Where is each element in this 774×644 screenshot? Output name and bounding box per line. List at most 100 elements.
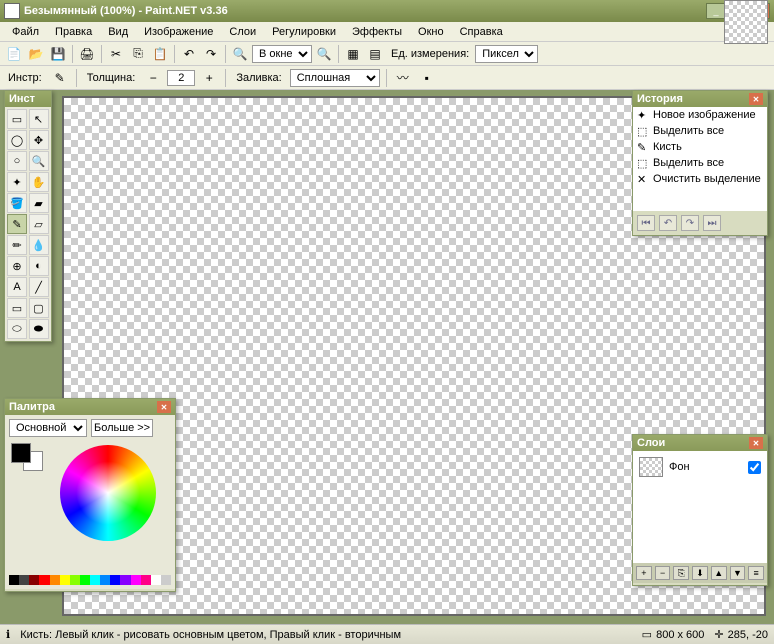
color-swatch[interactable]: [151, 575, 161, 585]
history-first-button[interactable]: ⏮: [637, 215, 655, 231]
more-button[interactable]: Больше >>: [91, 419, 153, 437]
pencil-tool[interactable]: ✏: [7, 235, 27, 255]
paste-button[interactable]: 📋: [150, 44, 170, 64]
menu-Файл[interactable]: Файл: [4, 24, 47, 40]
color-swatch[interactable]: [39, 575, 49, 585]
palette-close-button[interactable]: ✕: [157, 401, 171, 413]
undo-button[interactable]: ↶: [179, 44, 199, 64]
color-swatch[interactable]: [90, 575, 100, 585]
bucket-tool[interactable]: 🪣: [7, 193, 27, 213]
open-button[interactable]: 📂: [26, 44, 46, 64]
layers-panel: Слои ✕ Фон + − ⎘ ⬇ ▲ ▼ ≡: [632, 434, 768, 586]
color-swatch[interactable]: [50, 575, 60, 585]
menu-Слои[interactable]: Слои: [221, 24, 264, 40]
wand-tool[interactable]: ✦: [7, 172, 27, 192]
layer-up-button[interactable]: ▲: [711, 566, 727, 580]
history-item[interactable]: ✕Очистить выделение: [633, 171, 767, 187]
color-swatches[interactable]: [11, 443, 43, 471]
recolor-tool[interactable]: ◐: [29, 256, 49, 276]
eraser-tool[interactable]: ▱: [29, 214, 49, 234]
color-swatch[interactable]: [80, 575, 90, 585]
pan-tool[interactable]: ✋: [29, 172, 49, 192]
color-swatch[interactable]: [19, 575, 29, 585]
current-tool-icon[interactable]: ✎: [50, 68, 70, 88]
layer-add-button[interactable]: +: [636, 566, 652, 580]
color-wheel[interactable]: [60, 445, 156, 541]
history-close-button[interactable]: ✕: [749, 93, 763, 105]
layer-merge-button[interactable]: ⬇: [692, 566, 708, 580]
line-tool[interactable]: ╱: [29, 277, 49, 297]
color-swatch[interactable]: [110, 575, 120, 585]
copy-button[interactable]: ⎘: [128, 44, 148, 64]
brush-tool[interactable]: ✎: [7, 214, 27, 234]
rect-select-tool[interactable]: ▭: [7, 109, 27, 129]
color-mode-select[interactable]: Основной: [9, 419, 87, 437]
zoom-out-icon[interactable]: 🔍: [230, 44, 250, 64]
menu-Правка[interactable]: Правка: [47, 24, 100, 40]
ellipse-select-tool[interactable]: ○: [7, 151, 27, 171]
text-tool[interactable]: A: [7, 277, 27, 297]
color-swatch[interactable]: [29, 575, 39, 585]
layer-del-button[interactable]: −: [655, 566, 671, 580]
color-swatch[interactable]: [60, 575, 70, 585]
menu-Регулировки[interactable]: Регулировки: [264, 24, 344, 40]
fill-select[interactable]: Сплошная: [290, 69, 380, 87]
grid-button[interactable]: ▦: [343, 44, 363, 64]
gradient-tool[interactable]: ▰: [29, 193, 49, 213]
zoom-tool[interactable]: 🔍: [29, 151, 49, 171]
ellipse-tool[interactable]: ⬭: [7, 319, 27, 339]
layers-close-button[interactable]: ✕: [749, 437, 763, 449]
width-minus-button[interactable]: −: [143, 68, 163, 88]
zoom-select[interactable]: В окне: [252, 45, 312, 63]
color-swatch[interactable]: [100, 575, 110, 585]
layer-item[interactable]: Фон: [637, 455, 763, 479]
history-item[interactable]: ✎Кисть: [633, 139, 767, 155]
antialias-button[interactable]: 〰: [393, 68, 413, 88]
color-swatch[interactable]: [9, 575, 19, 585]
new-button[interactable]: 📄: [4, 44, 24, 64]
rrect-tool[interactable]: ▢: [29, 298, 49, 318]
history-last-button[interactable]: ⏭: [703, 215, 721, 231]
color-swatch[interactable]: [120, 575, 130, 585]
minimize-button[interactable]: _: [706, 3, 726, 19]
history-icon: ✎: [637, 141, 649, 153]
color-swatch[interactable]: [131, 575, 141, 585]
lasso-tool[interactable]: ◯: [7, 130, 27, 150]
doc-thumbnail[interactable]: [724, 0, 768, 44]
color-swatch[interactable]: [70, 575, 80, 585]
history-item[interactable]: ✦Новое изображение: [633, 107, 767, 123]
ruler-button[interactable]: ▤: [365, 44, 385, 64]
picker-tool[interactable]: 💧: [29, 235, 49, 255]
history-redo-button[interactable]: ↷: [681, 215, 699, 231]
menu-Окно[interactable]: Окно: [410, 24, 452, 40]
blend-button[interactable]: ▪: [417, 68, 437, 88]
cut-button[interactable]: ✂: [106, 44, 126, 64]
redo-button[interactable]: ↷: [201, 44, 221, 64]
layers-title: Слои: [637, 437, 665, 449]
menu-Справка[interactable]: Справка: [452, 24, 511, 40]
history-item[interactable]: ⬚Выделить все: [633, 155, 767, 171]
freeform-tool[interactable]: ⬬: [29, 319, 49, 339]
rect-tool[interactable]: ▭: [7, 298, 27, 318]
zoom-in-icon[interactable]: 🔍: [314, 44, 334, 64]
layer-props-button[interactable]: ≡: [748, 566, 764, 580]
move-select-tool[interactable]: ✥: [29, 130, 49, 150]
unit-select[interactable]: Пиксел: [475, 45, 538, 63]
clone-tool[interactable]: ⊕: [7, 256, 27, 276]
save-button[interactable]: 💾: [48, 44, 68, 64]
move-tool[interactable]: ↖: [29, 109, 49, 129]
width-plus-button[interactable]: +: [199, 68, 219, 88]
menu-Эффекты[interactable]: Эффекты: [344, 24, 410, 40]
primary-color[interactable]: [11, 443, 31, 463]
layer-down-button[interactable]: ▼: [730, 566, 746, 580]
layer-visible-checkbox[interactable]: [748, 461, 761, 474]
layer-dup-button[interactable]: ⎘: [673, 566, 689, 580]
print-button[interactable]: 🖨: [77, 44, 97, 64]
color-swatch[interactable]: [141, 575, 151, 585]
width-input[interactable]: [167, 70, 195, 86]
menu-Изображение[interactable]: Изображение: [136, 24, 221, 40]
color-swatch[interactable]: [161, 575, 171, 585]
menu-Вид[interactable]: Вид: [100, 24, 136, 40]
history-undo-button[interactable]: ↶: [659, 215, 677, 231]
history-item[interactable]: ⬚Выделить все: [633, 123, 767, 139]
